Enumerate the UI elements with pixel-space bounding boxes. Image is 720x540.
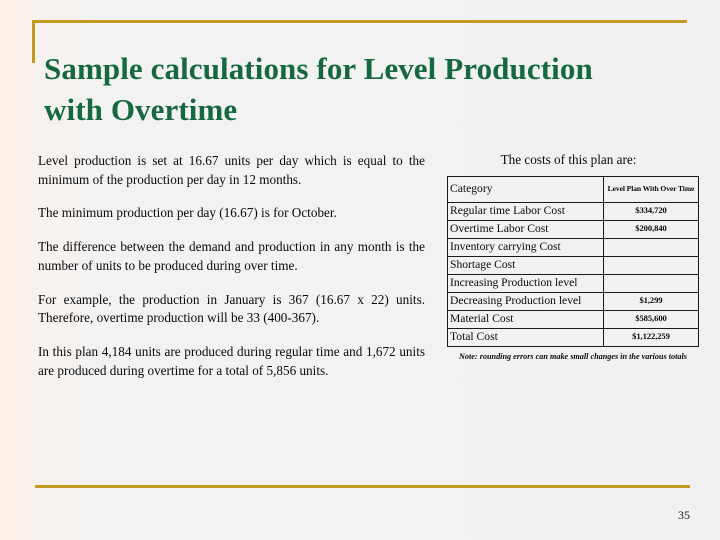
body-paragraph-1: Level production is set at 16.67 units p… — [38, 153, 425, 187]
row-value-overtime-labor-cost: $200,840 — [603, 219, 699, 239]
table-row: Regular time Labor Cost $334,720 — [447, 201, 699, 221]
row-value-shortage-cost — [603, 255, 699, 275]
table-row: Overtime Labor Cost $200,840 — [447, 219, 699, 239]
row-label-inventory-carrying-cost: Inventory carrying Cost — [447, 237, 604, 257]
table-row: Shortage Cost — [447, 255, 699, 275]
row-value-total-cost: $1,122,259 — [603, 327, 699, 347]
page-title: Sample calculations for Level Production… — [44, 50, 593, 127]
row-value-decreasing-production-level: $1,299 — [603, 291, 699, 311]
body-paragraph-2: The minimum production per day (16.67) i… — [38, 205, 337, 221]
right-costs-column: The costs of this plan are: Category Lev… — [447, 152, 699, 362]
row-label-total-cost: Total Cost — [447, 327, 604, 347]
column-header-category: Category — [447, 175, 604, 203]
row-label-decreasing-production-level: Decreasing Production level — [447, 291, 604, 311]
row-value-increasing-production-level — [603, 273, 699, 293]
row-value-regular-time-labor-cost: $334,720 — [603, 201, 699, 221]
row-label-material-cost: Material Cost — [447, 309, 604, 329]
table-row: Inventory carrying Cost — [447, 237, 699, 257]
table-header-row: Category Level Plan With Over Time — [447, 175, 699, 203]
page-number: 35 — [678, 508, 690, 522]
body-paragraph-5: In this plan 4,184 units are produced du… — [38, 344, 425, 378]
row-label-overtime-labor-cost: Overtime Labor Cost — [447, 219, 604, 239]
row-label-shortage-cost: Shortage Cost — [447, 255, 604, 275]
body-paragraph-3: The difference between the demand and pr… — [38, 239, 425, 273]
column-header-level-plan-with-over-time: Level Plan With Over Time — [603, 175, 699, 203]
table-row: Decreasing Production level $1,299 — [447, 291, 699, 311]
row-label-increasing-production-level: Increasing Production level — [447, 273, 604, 293]
cost-summary-table: Category Level Plan With Over Time Regul… — [447, 175, 699, 347]
body-paragraph-4: For example, the production in January i… — [38, 291, 425, 326]
table-note: Note: rounding errors can make small cha… — [459, 351, 687, 361]
title-top-rule — [32, 20, 687, 23]
footer-rule — [35, 485, 690, 488]
title-left-rule — [32, 20, 35, 63]
row-value-material-cost: $585,600 — [603, 309, 699, 329]
slide-canvas: Sample calculations for Level Production… — [0, 0, 720, 540]
costs-heading: The costs of this plan are: — [500, 152, 637, 167]
table-row: Material Cost $585,600 — [447, 309, 699, 329]
table-row: Total Cost $1,122,259 — [447, 327, 699, 347]
left-text-column: Level production is set at 16.67 units p… — [38, 152, 425, 381]
row-value-inventory-carrying-cost — [603, 237, 699, 257]
row-label-regular-time-labor-cost: Regular time Labor Cost — [447, 201, 604, 221]
table-row: Increasing Production level — [447, 273, 699, 293]
